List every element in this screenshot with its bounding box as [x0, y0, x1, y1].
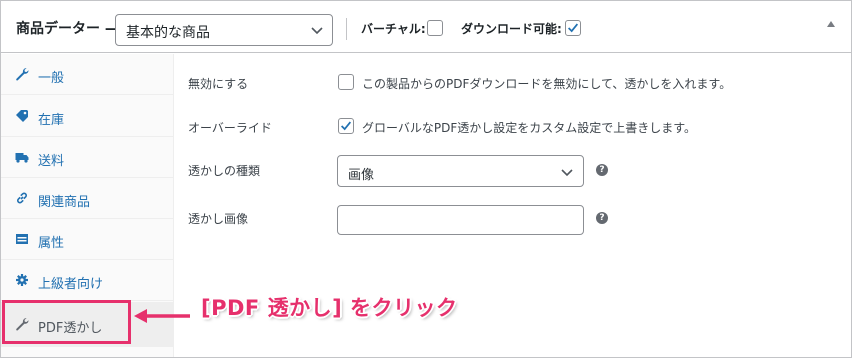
- header-divider: [346, 18, 347, 40]
- virtual-checkbox[interactable]: [427, 20, 443, 36]
- highlight-box: [2, 300, 131, 344]
- help-icon[interactable]: ?: [596, 212, 608, 224]
- disable-label: 無効にする: [188, 77, 249, 91]
- tab-label: 上級者向け: [38, 277, 104, 292]
- collapse-arrow-icon[interactable]: [827, 21, 835, 27]
- tab-attributes[interactable]: 属性: [1, 219, 173, 260]
- tab-advanced[interactable]: 上級者向け: [1, 260, 173, 301]
- tag-icon: [16, 110, 28, 122]
- tab-label: 一般: [38, 71, 65, 86]
- wrench-icon: [16, 68, 29, 81]
- virtual-label: バーチャル:: [361, 22, 426, 36]
- tab-inventory[interactable]: 在庫: [1, 96, 173, 137]
- downloadable-checkbox[interactable]: [565, 20, 581, 36]
- tab-shipping[interactable]: 送料: [1, 137, 173, 178]
- link-icon: [17, 192, 27, 204]
- product-type-value: 基本的な商品: [126, 25, 210, 41]
- product-data-title: 商品データー —: [16, 21, 119, 37]
- watermark-type-value: 画像: [348, 168, 375, 183]
- checkmark-icon: [568, 23, 579, 33]
- arrow-left-icon: [134, 309, 190, 323]
- watermark-type-label: 透かしの種類: [188, 164, 261, 178]
- tab-label: 在庫: [38, 113, 65, 128]
- table-icon: [16, 234, 28, 244]
- product-data-header: 商品データー — 基本的な商品 バーチャル: ダウンロード可能:: [1, 1, 851, 53]
- product-type-select[interactable]: 基本的な商品: [115, 14, 333, 46]
- watermark-image-input[interactable]: [337, 205, 584, 235]
- chevron-down-icon: [561, 169, 573, 177]
- tab-label: 関連商品: [38, 195, 91, 210]
- chevron-down-icon: [311, 27, 323, 35]
- disable-description: この製品からのPDFダウンロードを無効にして、透かしを入れます。: [362, 77, 732, 91]
- override-label: オーバーライド: [188, 121, 272, 135]
- tab-general[interactable]: 一般: [1, 54, 173, 95]
- tab-label: 属性: [38, 236, 65, 251]
- tab-label: 送料: [38, 154, 65, 169]
- gear-icon: [16, 274, 28, 286]
- truck-icon: [15, 153, 29, 163]
- checkmark-icon: [341, 121, 352, 131]
- override-description: グローバルなPDF透かし設定をカスタム設定で上書きします。: [362, 121, 697, 135]
- downloadable-label: ダウンロード可能:: [461, 22, 562, 36]
- tab-linked-products[interactable]: 関連商品: [1, 178, 173, 219]
- help-icon[interactable]: ?: [596, 164, 608, 176]
- override-checkbox[interactable]: [338, 118, 354, 134]
- callout-text: [PDF 透かし] をクリック: [201, 296, 458, 320]
- watermark-image-label: 透かし画像: [188, 212, 249, 226]
- disable-checkbox[interactable]: [338, 74, 354, 90]
- watermark-type-select[interactable]: 画像: [337, 155, 584, 187]
